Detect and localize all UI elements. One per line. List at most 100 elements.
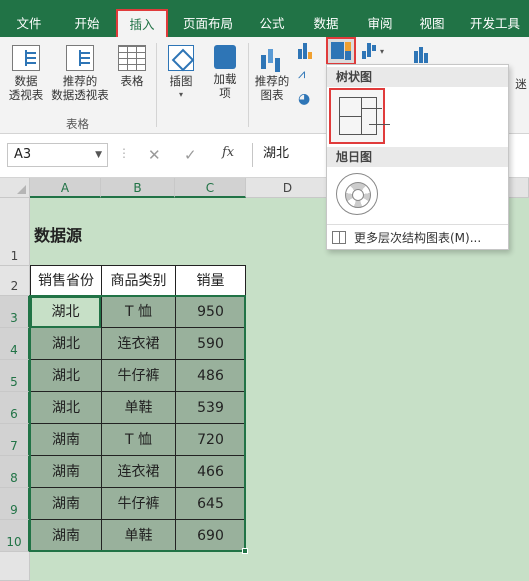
addins-button[interactable]: 加载 项: [206, 45, 244, 100]
cancel-icon[interactable]: ✕: [148, 146, 161, 164]
column-chart-icon[interactable]: [298, 43, 314, 59]
tab-insert[interactable]: 插入: [116, 9, 168, 37]
fill-handle[interactable]: [242, 548, 248, 554]
recommended-charts-label: 推荐的 图表: [254, 74, 290, 102]
table-cell[interactable]: 486: [175, 360, 246, 392]
row-header-6[interactable]: 6: [0, 392, 30, 424]
table-header-cell[interactable]: 销量: [175, 265, 246, 296]
pie-chart-icon[interactable]: ◕: [298, 91, 320, 109]
addins-label: 加载 项: [213, 72, 237, 100]
table-cell-active[interactable]: 湖北: [30, 296, 101, 328]
name-box-value: A3: [14, 147, 32, 162]
table-cell[interactable]: 湖南: [30, 424, 101, 456]
table-cell[interactable]: 590: [175, 328, 246, 360]
tables-group-label: 表格: [66, 117, 89, 131]
table-cell[interactable]: 湖南: [30, 456, 101, 488]
table-cell[interactable]: 连衣裙: [101, 328, 175, 360]
hierarchy-chart-dropdown: 树状图 旭日图 更多层次结构图表(M)...: [326, 64, 509, 250]
treemap-section-label: 树状图: [327, 67, 508, 87]
tab-page-layout[interactable]: 页面布局: [176, 10, 240, 37]
sheet-title[interactable]: 数据源: [34, 222, 82, 246]
recommended-pivot-icon: [66, 45, 94, 71]
table-cell[interactable]: 539: [175, 392, 246, 424]
table-button[interactable]: 表格: [114, 45, 150, 88]
name-box[interactable]: A3 ▼: [7, 143, 108, 167]
table-cell[interactable]: 湖南: [30, 488, 101, 520]
row-header-5[interactable]: 5: [0, 360, 30, 392]
table-cell[interactable]: 645: [175, 488, 246, 520]
ribbon-separator: [156, 43, 157, 127]
sunburst-chart-option[interactable]: [336, 173, 378, 215]
table-cell[interactable]: T 恤: [101, 296, 175, 328]
pivot-table-label: 数据 透视表: [8, 74, 44, 102]
row-header-1[interactable]: 1: [0, 198, 30, 266]
treemap-icon: [339, 97, 377, 135]
table-cell[interactable]: 湖南: [30, 520, 101, 552]
addins-icon: [214, 45, 236, 69]
recommended-pivot-button[interactable]: 推荐的 数据透视表: [48, 45, 112, 102]
chevron-down-icon: ▾: [380, 47, 385, 56]
illustrations-button[interactable]: 插图 ▾: [162, 45, 200, 102]
table-cell[interactable]: 单鞋: [101, 392, 175, 424]
recommended-charts-button[interactable]: 推荐的 图表: [250, 45, 294, 102]
more-hierarchy-charts-item[interactable]: 更多层次结构图表(M)...: [332, 228, 481, 248]
ribbon-separator: [248, 43, 249, 127]
row-header-3[interactable]: 3: [0, 296, 30, 328]
sparkline-button[interactable]: 迷: [512, 77, 529, 91]
more-options-icon: ⋮: [118, 146, 130, 160]
recommended-pivot-label: 推荐的 数据透视表: [51, 74, 109, 102]
hierarchy-chart-button[interactable]: [326, 37, 356, 65]
column-header-a[interactable]: A: [30, 178, 101, 198]
table-cell[interactable]: 连衣裙: [101, 456, 175, 488]
chevron-down-icon[interactable]: ▼: [95, 144, 102, 166]
tab-formulas[interactable]: 公式: [250, 10, 294, 37]
sunburst-section-label: 旭日图: [327, 147, 508, 167]
sparkline-label: 迷: [515, 77, 527, 91]
table-cell[interactable]: 690: [175, 520, 246, 552]
table-cell[interactable]: 湖北: [30, 328, 101, 360]
table-cell[interactable]: T 恤: [101, 424, 175, 456]
recommended-charts-icon: [258, 45, 286, 71]
table-header-cell[interactable]: 销售省份: [30, 265, 101, 296]
table-cell[interactable]: 950: [175, 296, 246, 328]
row-header-9[interactable]: 9: [0, 488, 30, 520]
column-header-c[interactable]: C: [175, 178, 246, 198]
select-all-button[interactable]: [0, 178, 30, 198]
column-header-b[interactable]: B: [101, 178, 175, 198]
treemap-chart-option[interactable]: [329, 88, 385, 144]
formula-input[interactable]: 湖北: [252, 143, 332, 167]
pivot-table-button[interactable]: 数据 透视表: [4, 45, 48, 102]
table-header-cell[interactable]: 商品类别: [101, 265, 175, 296]
line-chart-icon[interactable]: ⩘: [298, 67, 320, 85]
row-header-7[interactable]: 7: [0, 424, 30, 456]
more-charts-icon: [332, 231, 346, 244]
row-header-8[interactable]: 8: [0, 456, 30, 488]
table-cell[interactable]: 单鞋: [101, 520, 175, 552]
tab-review[interactable]: 审阅: [358, 10, 402, 37]
tab-developer[interactable]: 开发工具: [462, 10, 528, 37]
confirm-icon[interactable]: ✓: [184, 146, 197, 164]
row-header-2[interactable]: 2: [0, 266, 30, 296]
row-header-11: [0, 552, 30, 581]
table-cell[interactable]: 466: [175, 456, 246, 488]
table-cell[interactable]: 牛仔裤: [101, 488, 175, 520]
tab-data[interactable]: 数据: [304, 10, 348, 37]
dropdown-divider: [327, 224, 508, 225]
illustrations-icon: [168, 45, 194, 71]
table-cell[interactable]: 720: [175, 424, 246, 456]
table-cell[interactable]: 牛仔裤: [101, 360, 175, 392]
table-cell[interactable]: 湖北: [30, 360, 101, 392]
row-header-10[interactable]: 10: [0, 520, 30, 552]
row-header-4[interactable]: 4: [0, 328, 30, 360]
waterfall-chart-icon[interactable]: [362, 43, 378, 59]
tab-home[interactable]: 开始: [62, 10, 112, 37]
chevron-down-icon: ▾: [178, 90, 183, 99]
tab-file[interactable]: 文件: [4, 10, 54, 37]
insert-function-icon[interactable]: fx: [222, 145, 234, 160]
combo-chart-icon[interactable]: [414, 47, 430, 63]
column-header-d[interactable]: D: [246, 178, 330, 198]
more-hierarchy-charts-label: 更多层次结构图表(M)...: [354, 231, 482, 245]
illustrations-label: 插图: [169, 74, 193, 88]
table-cell[interactable]: 湖北: [30, 392, 101, 424]
tab-view[interactable]: 视图: [410, 10, 454, 37]
